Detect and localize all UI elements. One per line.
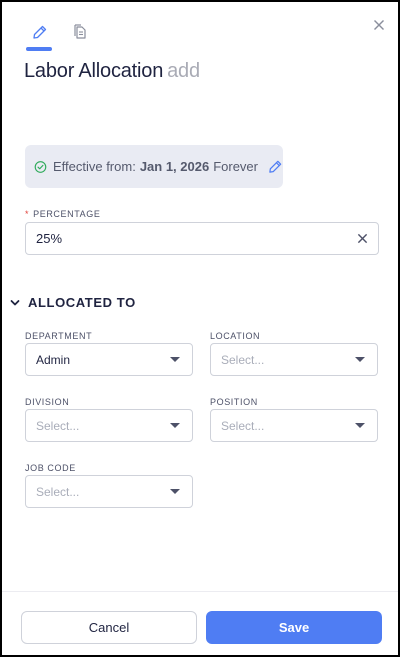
division-label: DIVISION (25, 397, 70, 407)
dropdown-arrow-icon (170, 489, 180, 494)
effective-suffix: Forever (213, 159, 258, 174)
position-label: POSITION (210, 397, 258, 407)
page-title: Labor Allocation add (24, 60, 200, 83)
pencil-icon (33, 25, 47, 39)
job-code-placeholder: Select... (36, 484, 80, 499)
location-label: LOCATION (210, 331, 261, 341)
dropdown-arrow-icon (355, 423, 365, 428)
job-code-select[interactable]: Select... (25, 475, 193, 508)
effective-prefix: Effective from: (52, 159, 136, 174)
location-placeholder: Select... (221, 352, 265, 367)
percentage-value: 25% (36, 231, 63, 246)
check-circle-icon (34, 160, 47, 173)
tab-details[interactable] (68, 24, 92, 48)
clear-icon (357, 233, 368, 244)
department-select[interactable]: Admin (25, 343, 193, 376)
job-code-label: JOB CODE (25, 463, 76, 473)
dropdown-arrow-icon (355, 357, 365, 362)
cancel-button[interactable]: Cancel (21, 611, 197, 644)
allocated-to-heading: ALLOCATED TO (28, 295, 136, 310)
percentage-label: * PERCENTAGE (25, 209, 100, 219)
required-marker: * (25, 209, 30, 219)
department-value: Admin (36, 352, 71, 367)
clear-percentage-button[interactable] (357, 233, 368, 244)
position-select[interactable]: Select... (210, 409, 378, 442)
close-button[interactable] (372, 18, 386, 32)
labor-allocation-panel: Labor Allocation add Effective from: Jan … (0, 0, 400, 657)
allocated-to-toggle[interactable]: ALLOCATED TO (10, 295, 136, 310)
active-tab-indicator (26, 47, 52, 51)
panel-tabs (28, 24, 92, 48)
percentage-label-text: PERCENTAGE (33, 209, 101, 219)
close-icon (374, 20, 384, 30)
department-label: DEPARTMENT (25, 331, 93, 341)
dropdown-arrow-icon (170, 357, 180, 362)
position-placeholder: Select... (221, 418, 265, 433)
edit-icon (269, 160, 282, 173)
division-placeholder: Select... (36, 418, 80, 433)
chevron-down-icon (10, 299, 20, 305)
title-text: Labor Allocation (24, 60, 164, 82)
document-icon (74, 24, 86, 39)
save-button[interactable]: Save (206, 611, 382, 644)
tab-edit[interactable] (28, 24, 52, 48)
title-suffix: add (167, 60, 200, 82)
dropdown-arrow-icon (170, 423, 180, 428)
location-select[interactable]: Select... (210, 343, 378, 376)
effective-date: Jan 1, 2026 (139, 159, 210, 174)
effective-date-banner: Effective from: Jan 1, 2026 Forever (25, 145, 283, 188)
percentage-input[interactable]: 25% (25, 222, 379, 255)
edit-effective-button[interactable] (268, 159, 283, 174)
division-select[interactable]: Select... (25, 409, 193, 442)
footer-divider (2, 591, 398, 592)
